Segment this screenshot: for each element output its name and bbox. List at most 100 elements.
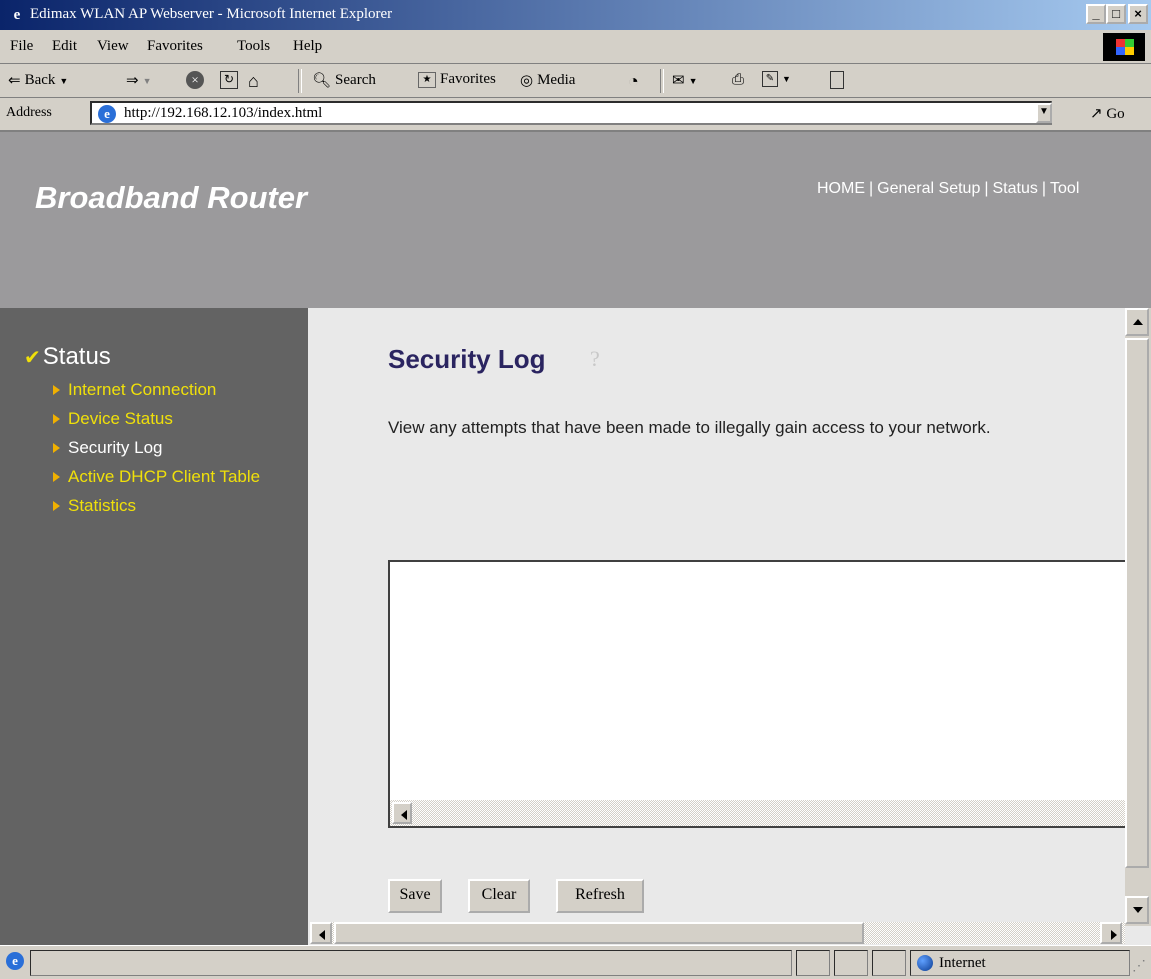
- stop-button[interactable]: ×: [186, 71, 204, 89]
- router-header: Broadband Router HOME | General Setup | Stat…: [0, 132, 1151, 308]
- menu-help[interactable]: Help: [293, 38, 322, 55]
- sidebar-item-label: Active DHCP Client Table: [68, 467, 261, 486]
- horizontal-scrollbar[interactable]: [310, 922, 1125, 944]
- history-icon: ◔: [628, 71, 639, 91]
- favorites-label: Favorites: [440, 71, 496, 87]
- close-button[interactable]: ×: [1128, 4, 1148, 24]
- search-button[interactable]: 🔍︎ Search: [312, 71, 376, 90]
- edit-icon: ✎: [762, 71, 778, 87]
- media-button[interactable]: ◎ Media: [520, 71, 575, 90]
- sidebar-item-label: Security Log: [68, 438, 163, 457]
- vertical-scrollbar[interactable]: [1125, 308, 1151, 926]
- nav-tool[interactable]: Tool: [1050, 180, 1079, 197]
- browser-viewport: Broadband Router HOME | General Setup | Stat…: [0, 130, 1151, 945]
- edit-button[interactable]: ✎ ▼: [762, 71, 791, 87]
- scroll-left-button[interactable]: [392, 802, 412, 824]
- help-icon[interactable]: ?: [590, 346, 622, 372]
- status-panel: [796, 950, 830, 976]
- menu-file[interactable]: File: [10, 38, 33, 55]
- refresh-button[interactable]: Refresh: [556, 879, 644, 913]
- vertical-scroll-thumb[interactable]: [1125, 338, 1149, 868]
- address-dropdown-button[interactable]: ▼: [1036, 103, 1052, 123]
- arrow-right-icon: [53, 385, 60, 395]
- resize-grip-icon[interactable]: ⋰: [1132, 958, 1146, 975]
- media-label: Media: [537, 72, 576, 88]
- security-zone-panel: Internet: [910, 950, 1130, 976]
- arrow-right-icon: [53, 472, 60, 482]
- history-button[interactable]: ◔: [628, 71, 639, 92]
- refresh-browser-button[interactable]: ↻: [220, 71, 238, 89]
- chevron-down-icon: ▼: [59, 75, 69, 86]
- sidebar-item-label: Device Status: [68, 409, 173, 428]
- go-arrow-icon: ↗: [1090, 106, 1103, 122]
- nav-home[interactable]: HOME: [817, 180, 865, 197]
- sidebar-title: ✔ Status: [24, 343, 111, 371]
- sidebar-item-device-status[interactable]: Device Status: [53, 409, 173, 429]
- home-button[interactable]: ⌂: [248, 71, 259, 92]
- sidebar-item-security-log[interactable]: Security Log: [53, 438, 163, 458]
- minimize-button[interactable]: _: [1086, 4, 1106, 24]
- menu-favorites[interactable]: Favorites: [147, 38, 203, 55]
- status-bar: e Internet ⋰: [0, 945, 1151, 979]
- maximize-button[interactable]: □: [1106, 4, 1126, 24]
- refresh-icon: ↻: [220, 71, 238, 89]
- globe-icon: [917, 955, 933, 971]
- nav-status[interactable]: Status: [993, 180, 1038, 197]
- arrow-right-icon: [1111, 930, 1117, 940]
- nav-general-setup[interactable]: General Setup: [877, 180, 980, 197]
- security-log-textarea[interactable]: [390, 562, 1132, 804]
- sidebar-item-active-dhcp-client-table[interactable]: Active DHCP Client Table: [53, 467, 260, 487]
- sidebar-item-internet-connection[interactable]: Internet Connection: [53, 380, 216, 400]
- search-icon: 🔍︎: [312, 73, 332, 89]
- security-log-box[interactable]: [388, 560, 1132, 828]
- search-label: Search: [335, 72, 376, 88]
- log-horizontal-scrollbar[interactable]: [390, 800, 1128, 826]
- horizontal-scroll-thumb[interactable]: [334, 922, 864, 944]
- back-button[interactable]: ⇐ Back ▼: [8, 71, 68, 90]
- ie-logo-icon: e: [13, 7, 21, 23]
- address-url: http://192.168.12.103/index.html: [124, 105, 323, 121]
- page-icon: e: [98, 105, 116, 123]
- sidebar-item-statistics[interactable]: Statistics: [53, 496, 136, 516]
- arrow-left-icon: [319, 930, 325, 940]
- toolbar: ⇐ Back ▼ ⇒ ▼ × ↻ ⌂ 🔍︎ Search ★ Favorites…: [0, 64, 1151, 98]
- clear-button[interactable]: Clear: [468, 879, 530, 913]
- back-label: Back: [24, 72, 56, 88]
- address-bar: Address e http://192.168.12.103/index.ht…: [0, 98, 1151, 128]
- back-arrow-icon: ⇐: [8, 73, 21, 89]
- save-button[interactable]: Save: [388, 879, 442, 913]
- print-icon: ⎙: [732, 72, 745, 88]
- mail-button[interactable]: ✉ ▼: [672, 71, 698, 90]
- scroll-down-button[interactable]: [1125, 896, 1149, 924]
- chevron-down-icon: ▼: [782, 74, 791, 84]
- address-input[interactable]: e http://192.168.12.103/index.html: [90, 101, 1052, 125]
- page-status-icon: e: [6, 952, 24, 970]
- forward-arrow-icon: ⇒: [126, 73, 139, 89]
- arrow-left-icon: [401, 810, 407, 820]
- status-text-panel: [30, 950, 792, 976]
- arrow-down-icon: [1133, 907, 1143, 913]
- home-icon: ⌂: [248, 71, 259, 91]
- arrow-right-icon: [53, 414, 60, 424]
- sidebar-title-label: Status: [42, 343, 111, 370]
- scroll-left-button[interactable]: [310, 922, 332, 944]
- scroll-up-button[interactable]: [1125, 308, 1149, 336]
- security-zone-label: Internet: [939, 954, 986, 971]
- go-label: Go: [1106, 106, 1125, 122]
- menu-view[interactable]: View: [97, 38, 129, 55]
- go-button[interactable]: ↗ Go: [1090, 104, 1125, 123]
- address-label: Address: [6, 105, 52, 120]
- chevron-down-icon: ▼: [688, 75, 698, 86]
- windows-logo-icon: [1103, 33, 1145, 61]
- menu-tools[interactable]: Tools: [237, 38, 270, 55]
- print-button[interactable]: ⎙: [732, 71, 744, 89]
- title-bar: e Edimax WLAN AP Webserver - Microsoft I…: [0, 0, 1151, 30]
- arrow-up-icon: [1133, 319, 1143, 325]
- favorites-button[interactable]: ★ Favorites: [418, 71, 496, 88]
- scroll-right-button[interactable]: [1100, 922, 1122, 944]
- status-panel: [872, 950, 906, 976]
- discuss-button[interactable]: [830, 71, 844, 89]
- forward-button[interactable]: ⇒ ▼: [126, 71, 152, 90]
- sidebar-item-label: Internet Connection: [68, 380, 217, 399]
- menu-edit[interactable]: Edit: [52, 38, 77, 55]
